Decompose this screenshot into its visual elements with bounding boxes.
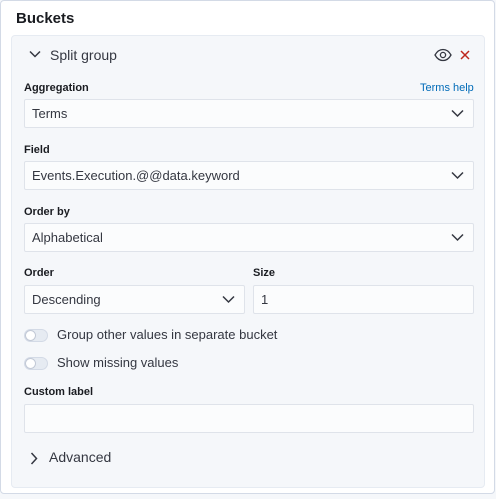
advanced-toggle[interactable]: Advanced <box>26 448 136 470</box>
split-group-header[interactable]: Split group <box>12 36 484 74</box>
field-value: Events.Execution.@@data.keyword <box>32 168 240 183</box>
eye-icon[interactable] <box>434 48 452 62</box>
show-missing-toggle-row[interactable]: Show missing values <box>24 355 194 371</box>
order-by-value: Alphabetical <box>32 230 103 245</box>
group-other-toggle-row[interactable]: Group other values in separate bucket <box>24 327 284 343</box>
show-missing-label: Show missing values <box>57 355 179 370</box>
chevron-down-icon <box>451 171 464 180</box>
chevron-right-icon <box>30 452 38 465</box>
split-group: Split group Aggregation Terms help Terms… <box>11 35 485 488</box>
order-by-label: Order by <box>24 206 70 218</box>
custom-label-label: Custom label <box>24 386 94 398</box>
switch-knob <box>25 358 36 369</box>
size-input[interactable]: 1 <box>253 285 474 314</box>
show-missing-switch[interactable] <box>24 357 48 370</box>
terms-help-link[interactable]: Terms help <box>420 82 474 94</box>
close-icon[interactable] <box>458 48 472 62</box>
field-label: Field <box>24 144 50 156</box>
chevron-down-icon <box>222 295 235 304</box>
aggregation-value: Terms <box>32 106 68 121</box>
chevron-down-icon[interactable] <box>29 50 41 59</box>
custom-label-input[interactable] <box>24 404 474 433</box>
group-other-label: Group other values in separate bucket <box>57 327 278 342</box>
switch-knob <box>25 330 36 341</box>
order-select[interactable]: Descending <box>24 285 245 314</box>
order-label: Order <box>24 267 54 279</box>
group-other-switch[interactable] <box>24 329 48 342</box>
chevron-down-icon <box>451 233 464 242</box>
size-value: 1 <box>261 292 269 307</box>
field-select[interactable]: Events.Execution.@@data.keyword <box>24 161 474 190</box>
size-label: Size <box>253 267 276 279</box>
aggregation-select[interactable]: Terms <box>24 99 474 128</box>
aggregation-label: Aggregation <box>24 82 89 94</box>
chevron-down-icon <box>451 109 464 118</box>
panel-title: Buckets <box>16 10 75 27</box>
advanced-label: Advanced <box>49 449 112 465</box>
order-value: Descending <box>32 292 101 307</box>
split-group-title[interactable]: Split group <box>50 47 117 63</box>
buckets-panel: Buckets Split group Aggregation Terms he… <box>0 0 495 494</box>
order-by-select[interactable]: Alphabetical <box>24 223 474 252</box>
